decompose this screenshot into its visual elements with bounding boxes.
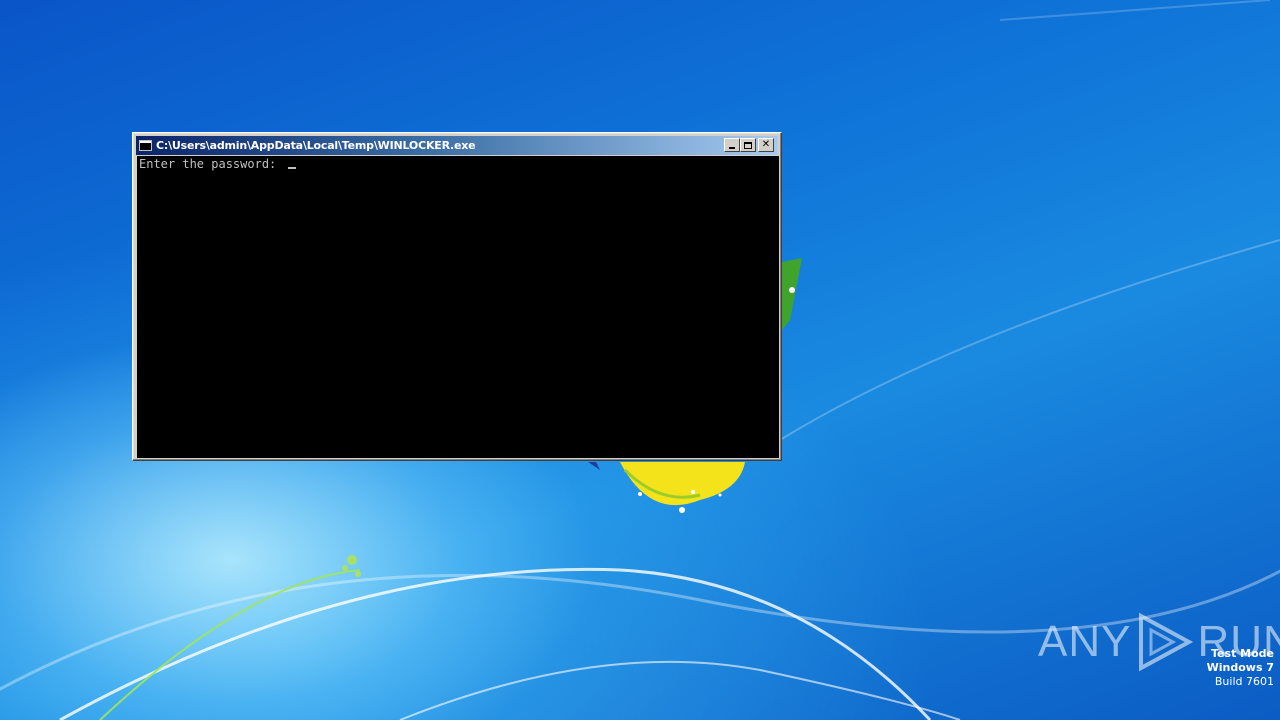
console-window[interactable]: C:\Users\admin\AppData\Local\Temp\WINLOC… bbox=[132, 132, 782, 461]
console-app-icon[interactable] bbox=[139, 140, 152, 151]
maximize-button[interactable] bbox=[740, 138, 756, 152]
minimize-button[interactable] bbox=[724, 138, 740, 152]
windows-build-info: Test Mode Windows 7 Build 7601 bbox=[1207, 647, 1274, 689]
close-icon: ✕ bbox=[761, 139, 771, 150]
build-number-label: Build 7601 bbox=[1214, 675, 1274, 688]
minimize-icon bbox=[729, 147, 735, 149]
password-prompt: Enter the password: bbox=[139, 157, 284, 171]
text-cursor bbox=[287, 167, 296, 169]
console-output[interactable]: Enter the password: bbox=[137, 156, 779, 458]
maximize-icon bbox=[744, 141, 752, 149]
watermark-text-left: ANY bbox=[1038, 617, 1132, 666]
window-title: C:\Users\admin\AppData\Local\Temp\WINLOC… bbox=[156, 139, 476, 152]
os-version-label: Windows 7 bbox=[1206, 661, 1274, 674]
test-mode-label: Test Mode bbox=[1211, 647, 1274, 660]
caption-buttons: ✕ bbox=[724, 138, 774, 152]
close-button[interactable]: ✕ bbox=[758, 138, 774, 152]
play-logo-icon bbox=[1139, 612, 1194, 672]
title-bar[interactable]: C:\Users\admin\AppData\Local\Temp\WINLOC… bbox=[136, 136, 778, 155]
